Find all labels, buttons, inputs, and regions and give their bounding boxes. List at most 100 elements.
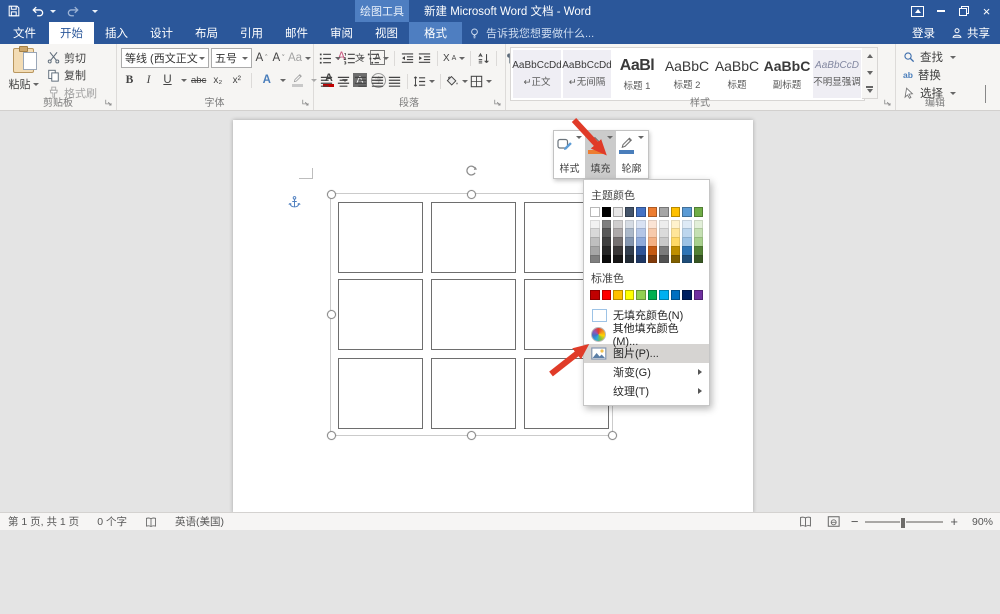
- zoom-slider[interactable]: [865, 521, 943, 523]
- theme-variant-swatch[interactable]: [602, 255, 612, 264]
- selection-handle[interactable]: [467, 190, 476, 199]
- shape-style-button[interactable]: 样式: [554, 131, 585, 178]
- theme-variant-swatch[interactable]: [613, 246, 623, 255]
- standard-color-swatch[interactable]: [613, 290, 623, 300]
- customize-qat-icon[interactable]: [90, 10, 98, 13]
- change-case-button[interactable]: Aa: [288, 49, 311, 67]
- theme-variant-swatch[interactable]: [682, 255, 692, 264]
- theme-variant-swatch[interactable]: [602, 228, 612, 237]
- theme-color-swatch[interactable]: [613, 207, 623, 217]
- theme-variant-swatch[interactable]: [625, 220, 635, 229]
- tab-1[interactable]: 插入: [94, 22, 139, 44]
- theme-variant-swatch[interactable]: [671, 255, 681, 264]
- selection-handle[interactable]: [327, 431, 336, 440]
- bullets-button[interactable]: [319, 49, 341, 67]
- align-left-button[interactable]: [319, 72, 334, 90]
- grid-rectangle[interactable]: [431, 358, 516, 429]
- tab-6[interactable]: 审阅: [319, 22, 364, 44]
- zoom-in-button[interactable]: +: [950, 517, 958, 527]
- clipboard-dialog-launcher[interactable]: [104, 98, 113, 107]
- theme-variant-swatch[interactable]: [671, 228, 681, 237]
- highlight-button[interactable]: [290, 71, 305, 89]
- tab-4[interactable]: 引用: [229, 22, 274, 44]
- rotate-handle-icon[interactable]: [464, 164, 478, 178]
- standard-color-swatch[interactable]: [648, 290, 658, 300]
- shape-fill-button[interactable]: 填充: [585, 131, 616, 178]
- superscript-button[interactable]: x²: [229, 71, 244, 89]
- theme-variant-swatch[interactable]: [590, 228, 600, 237]
- zoom-slider-thumb[interactable]: [900, 517, 906, 529]
- tab-2[interactable]: 设计: [139, 22, 184, 44]
- save-icon[interactable]: [7, 4, 21, 18]
- theme-variant-swatch[interactable]: [671, 246, 681, 255]
- standard-color-swatch[interactable]: [602, 290, 612, 300]
- selection-handle[interactable]: [608, 431, 617, 440]
- numbering-button[interactable]: [343, 49, 365, 67]
- theme-color-swatch[interactable]: [590, 207, 600, 217]
- theme-variant-swatch[interactable]: [648, 237, 658, 246]
- style-item-nospace[interactable]: AaBbCcDd↵无间隔: [563, 50, 611, 98]
- borders-button[interactable]: [470, 72, 492, 90]
- close-icon[interactable]: ×: [975, 0, 998, 22]
- theme-variant-swatch[interactable]: [659, 220, 669, 229]
- standard-color-swatch[interactable]: [694, 290, 704, 300]
- theme-variant-swatch[interactable]: [694, 246, 704, 255]
- theme-variant-swatch[interactable]: [648, 246, 658, 255]
- minimize-icon[interactable]: [929, 0, 952, 22]
- theme-variant-swatch[interactable]: [682, 228, 692, 237]
- theme-variant-swatch[interactable]: [671, 220, 681, 229]
- strikethrough-button[interactable]: abc: [191, 71, 206, 89]
- subscript-button[interactable]: x₂: [210, 71, 225, 89]
- styles-dialog-launcher[interactable]: [883, 98, 892, 107]
- underline-button[interactable]: U: [160, 71, 175, 89]
- find-button[interactable]: 查找: [903, 48, 956, 66]
- style-item-title[interactable]: AaBbC标题: [713, 50, 761, 98]
- theme-color-swatch[interactable]: [671, 207, 681, 217]
- text-effects-button[interactable]: A: [259, 71, 274, 89]
- theme-color-swatch[interactable]: [602, 207, 612, 217]
- cut-button[interactable]: 剪切: [45, 49, 97, 67]
- theme-variant-swatch[interactable]: [659, 228, 669, 237]
- theme-variant-swatch[interactable]: [602, 237, 612, 246]
- theme-color-swatch[interactable]: [694, 207, 704, 217]
- theme-variant-swatch[interactable]: [613, 228, 623, 237]
- standard-color-swatch[interactable]: [590, 290, 600, 300]
- web-layout-icon[interactable]: [823, 515, 844, 529]
- theme-color-swatch[interactable]: [625, 207, 635, 217]
- multilevel-list-button[interactable]: [367, 49, 389, 67]
- theme-variant-swatch[interactable]: [659, 255, 669, 264]
- grid-rectangle[interactable]: [338, 202, 423, 273]
- decrease-indent-button[interactable]: [400, 49, 415, 67]
- proofing-icon[interactable]: [145, 516, 157, 528]
- grid-rectangle[interactable]: [338, 358, 423, 429]
- theme-variant-swatch[interactable]: [648, 228, 658, 237]
- asian-layout-button[interactable]: XA: [443, 49, 465, 67]
- undo-icon[interactable]: [31, 4, 56, 18]
- fill-menu-item-3[interactable]: 渐变(G): [584, 363, 709, 382]
- selection-handle[interactable]: [327, 190, 336, 199]
- fill-menu-item-1[interactable]: 其他填充颜色(M)...: [584, 325, 709, 344]
- redo-icon[interactable]: [66, 4, 80, 18]
- tell-me-box[interactable]: 告诉我您想要做什么...: [468, 22, 594, 44]
- word-count[interactable]: 0 个字: [97, 514, 127, 529]
- sort-button[interactable]: [476, 49, 491, 67]
- theme-variant-swatch[interactable]: [636, 255, 646, 264]
- increase-indent-button[interactable]: [417, 49, 432, 67]
- tab-0[interactable]: 开始: [49, 22, 94, 44]
- theme-variant-swatch[interactable]: [682, 237, 692, 246]
- standard-color-swatch[interactable]: [625, 290, 635, 300]
- bold-button[interactable]: B: [122, 71, 137, 89]
- theme-variant-swatch[interactable]: [613, 237, 623, 246]
- language-indicator[interactable]: 英语(美国): [175, 514, 224, 529]
- selected-shape-group[interactable]: [330, 193, 613, 436]
- theme-variant-swatch[interactable]: [659, 237, 669, 246]
- standard-color-swatch[interactable]: [671, 290, 681, 300]
- style-item-body[interactable]: AaBbCcDd↵正文: [513, 50, 561, 98]
- align-center-button[interactable]: [336, 72, 351, 90]
- theme-variant-swatch[interactable]: [590, 246, 600, 255]
- line-spacing-button[interactable]: [413, 72, 435, 90]
- align-right-button[interactable]: [353, 72, 368, 90]
- justify-button[interactable]: [370, 72, 385, 90]
- shading-button[interactable]: [446, 72, 468, 90]
- theme-variant-swatch[interactable]: [636, 228, 646, 237]
